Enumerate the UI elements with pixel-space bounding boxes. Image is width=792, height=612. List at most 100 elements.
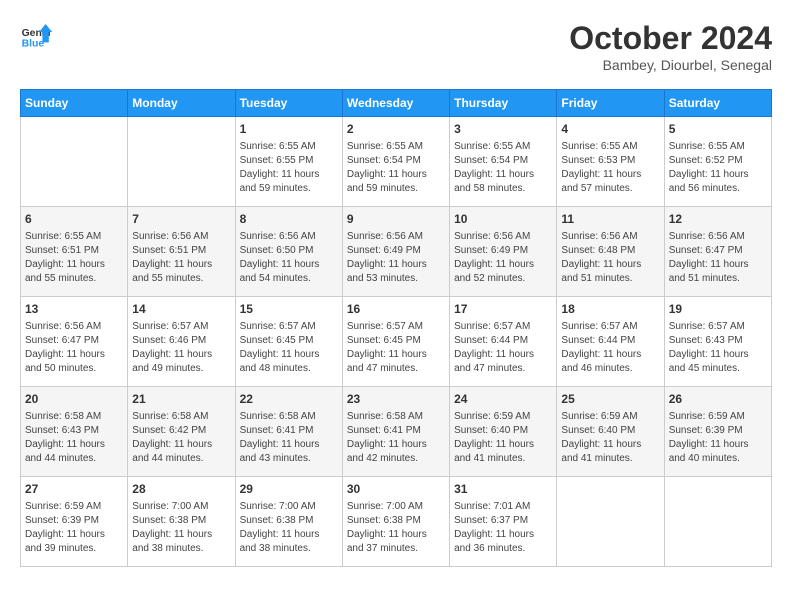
calendar-week-row: 27 Sunrise: 6:59 AM Sunset: 6:39 PM Dayli… <box>21 477 772 567</box>
day-info: Sunrise: 6:58 AM Sunset: 6:43 PM Dayligh… <box>25 410 123 466</box>
calendar-cell: 8Sunrise: 6:56 AM Sunset: 6:50 PM Daylig… <box>235 207 342 297</box>
calendar-cell: 6Sunrise: 6:55 AM Sunset: 6:51 PM Daylig… <box>21 207 128 297</box>
calendar-cell: 20 Sunrise: 6:58 AM Sunset: 6:43 PM Dayli… <box>21 387 128 477</box>
day-info: Sunrise: 6:55 AM Sunset: 6:55 PM Dayligh… <box>240 140 338 196</box>
day-info: Sunrise: 6:59 AM Sunset: 6:40 PM Dayligh… <box>454 410 552 466</box>
day-number: 12 <box>669 211 767 228</box>
day-number: 9 <box>347 211 445 228</box>
calendar-cell: 26 Sunrise: 6:59 AM Sunset: 6:39 PM Dayli… <box>664 387 771 477</box>
title-block: October 2024 Bambey, Diourbel, Senegal <box>569 20 772 73</box>
day-info: Sunrise: 6:59 AM Sunset: 6:39 PM Dayligh… <box>669 410 767 466</box>
calendar-cell: 29 Sunrise: 7:00 AM Sunset: 6:38 PM Dayli… <box>235 477 342 567</box>
day-number: 16 <box>347 301 445 318</box>
day-info: Sunrise: 7:01 AM Sunset: 6:37 PM Dayligh… <box>454 500 552 556</box>
day-info: Sunrise: 6:57 AM Sunset: 6:45 PM Dayligh… <box>240 320 338 376</box>
calendar-cell: 23Sunrise: 6:58 AM Sunset: 6:41 PM Dayli… <box>342 387 449 477</box>
calendar-cell: 13Sunrise: 6:56 AM Sunset: 6:47 PM Dayli… <box>21 297 128 387</box>
calendar-cell: 7Sunrise: 6:56 AM Sunset: 6:51 PM Daylig… <box>128 207 235 297</box>
day-number: 6 <box>25 211 123 228</box>
weekday-header-row: SundayMondayTuesdayWednesdayThursdayFrid… <box>21 90 772 117</box>
day-number: 29 <box>240 481 338 498</box>
calendar-cell: 9 Sunrise: 6:56 AM Sunset: 6:49 PM Daylig… <box>342 207 449 297</box>
day-info: Sunrise: 6:56 AM Sunset: 6:48 PM Dayligh… <box>561 230 659 286</box>
calendar-cell: 28 Sunrise: 7:00 AM Sunset: 6:38 PM Dayli… <box>128 477 235 567</box>
calendar-cell: 11 Sunrise: 6:56 AM Sunset: 6:48 PM Dayli… <box>557 207 664 297</box>
day-info: Sunrise: 7:00 AM Sunset: 6:38 PM Dayligh… <box>347 500 445 556</box>
day-number: 31 <box>454 481 552 498</box>
calendar-cell: 17Sunrise: 6:57 AM Sunset: 6:44 PM Dayli… <box>450 297 557 387</box>
calendar-cell: 3 Sunrise: 6:55 AM Sunset: 6:54 PM Daylig… <box>450 117 557 207</box>
day-info: Sunrise: 6:59 AM Sunset: 6:40 PM Dayligh… <box>561 410 659 466</box>
day-info: Sunrise: 6:55 AM Sunset: 6:52 PM Dayligh… <box>669 140 767 196</box>
day-info: Sunrise: 7:00 AM Sunset: 6:38 PM Dayligh… <box>132 500 230 556</box>
day-info: Sunrise: 6:57 AM Sunset: 6:46 PM Dayligh… <box>132 320 230 376</box>
calendar-cell: 25 Sunrise: 6:59 AM Sunset: 6:40 PM Dayli… <box>557 387 664 477</box>
day-number: 1 <box>240 121 338 138</box>
day-number: 3 <box>454 121 552 138</box>
calendar-cell: 16 Sunrise: 6:57 AM Sunset: 6:45 PM Dayli… <box>342 297 449 387</box>
day-info: Sunrise: 6:59 AM Sunset: 6:39 PM Dayligh… <box>25 500 123 556</box>
weekday-header-sunday: Sunday <box>21 90 128 117</box>
calendar-cell: 24 Sunrise: 6:59 AM Sunset: 6:40 PM Dayli… <box>450 387 557 477</box>
calendar-cell: 27 Sunrise: 6:59 AM Sunset: 6:39 PM Dayli… <box>21 477 128 567</box>
svg-text:Blue: Blue <box>22 38 45 49</box>
day-number: 2 <box>347 121 445 138</box>
day-info: Sunrise: 6:57 AM Sunset: 6:45 PM Dayligh… <box>347 320 445 376</box>
weekday-header-friday: Friday <box>557 90 664 117</box>
day-number: 11 <box>561 211 659 228</box>
day-info: Sunrise: 6:58 AM Sunset: 6:41 PM Dayligh… <box>240 410 338 466</box>
day-number: 26 <box>669 391 767 408</box>
day-info: Sunrise: 6:55 AM Sunset: 6:54 PM Dayligh… <box>347 140 445 196</box>
day-number: 20 <box>25 391 123 408</box>
day-info: Sunrise: 6:56 AM Sunset: 6:47 PM Dayligh… <box>669 230 767 286</box>
calendar-cell: 4 Sunrise: 6:55 AM Sunset: 6:53 PM Daylig… <box>557 117 664 207</box>
logo-icon: General Blue <box>20 20 52 52</box>
calendar-week-row: 1 Sunrise: 6:55 AM Sunset: 6:55 PM Daylig… <box>21 117 772 207</box>
calendar-table: SundayMondayTuesdayWednesdayThursdayFrid… <box>20 89 772 567</box>
weekday-header-tuesday: Tuesday <box>235 90 342 117</box>
calendar-cell: 22 Sunrise: 6:58 AM Sunset: 6:41 PM Dayli… <box>235 387 342 477</box>
calendar-cell: 10Sunrise: 6:56 AM Sunset: 6:49 PM Dayli… <box>450 207 557 297</box>
calendar-cell <box>128 117 235 207</box>
day-number: 25 <box>561 391 659 408</box>
calendar-cell <box>557 477 664 567</box>
day-number: 10 <box>454 211 552 228</box>
location: Bambey, Diourbel, Senegal <box>569 57 772 73</box>
day-number: 15 <box>240 301 338 318</box>
day-info: Sunrise: 7:00 AM Sunset: 6:38 PM Dayligh… <box>240 500 338 556</box>
day-number: 17 <box>454 301 552 318</box>
day-number: 22 <box>240 391 338 408</box>
day-info: Sunrise: 6:57 AM Sunset: 6:44 PM Dayligh… <box>561 320 659 376</box>
day-number: 27 <box>25 481 123 498</box>
calendar-cell: 31 Sunrise: 7:01 AM Sunset: 6:37 PM Dayli… <box>450 477 557 567</box>
weekday-header-thursday: Thursday <box>450 90 557 117</box>
weekday-header-monday: Monday <box>128 90 235 117</box>
calendar-cell <box>21 117 128 207</box>
day-info: Sunrise: 6:56 AM Sunset: 6:49 PM Dayligh… <box>347 230 445 286</box>
day-number: 5 <box>669 121 767 138</box>
calendar-week-row: 6Sunrise: 6:55 AM Sunset: 6:51 PM Daylig… <box>21 207 772 297</box>
calendar-cell: 5 Sunrise: 6:55 AM Sunset: 6:52 PM Daylig… <box>664 117 771 207</box>
calendar-cell: 18 Sunrise: 6:57 AM Sunset: 6:44 PM Dayli… <box>557 297 664 387</box>
day-info: Sunrise: 6:55 AM Sunset: 6:54 PM Dayligh… <box>454 140 552 196</box>
day-info: Sunrise: 6:56 AM Sunset: 6:47 PM Dayligh… <box>25 320 123 376</box>
calendar-cell: 12 Sunrise: 6:56 AM Sunset: 6:47 PM Dayli… <box>664 207 771 297</box>
page-header: General Blue October 2024 Bambey, Diourb… <box>20 20 772 73</box>
day-info: Sunrise: 6:55 AM Sunset: 6:53 PM Dayligh… <box>561 140 659 196</box>
calendar-cell: 19Sunrise: 6:57 AM Sunset: 6:43 PM Dayli… <box>664 297 771 387</box>
day-number: 23 <box>347 391 445 408</box>
day-number: 28 <box>132 481 230 498</box>
day-info: Sunrise: 6:58 AM Sunset: 6:42 PM Dayligh… <box>132 410 230 466</box>
calendar-cell <box>664 477 771 567</box>
calendar-cell: 2 Sunrise: 6:55 AM Sunset: 6:54 PM Daylig… <box>342 117 449 207</box>
day-info: Sunrise: 6:56 AM Sunset: 6:50 PM Dayligh… <box>240 230 338 286</box>
day-number: 14 <box>132 301 230 318</box>
day-info: Sunrise: 6:56 AM Sunset: 6:51 PM Dayligh… <box>132 230 230 286</box>
day-number: 18 <box>561 301 659 318</box>
logo: General Blue <box>20 20 52 52</box>
weekday-header-saturday: Saturday <box>664 90 771 117</box>
day-number: 4 <box>561 121 659 138</box>
calendar-cell: 15 Sunrise: 6:57 AM Sunset: 6:45 PM Dayli… <box>235 297 342 387</box>
calendar-cell: 14 Sunrise: 6:57 AM Sunset: 6:46 PM Dayli… <box>128 297 235 387</box>
day-number: 24 <box>454 391 552 408</box>
